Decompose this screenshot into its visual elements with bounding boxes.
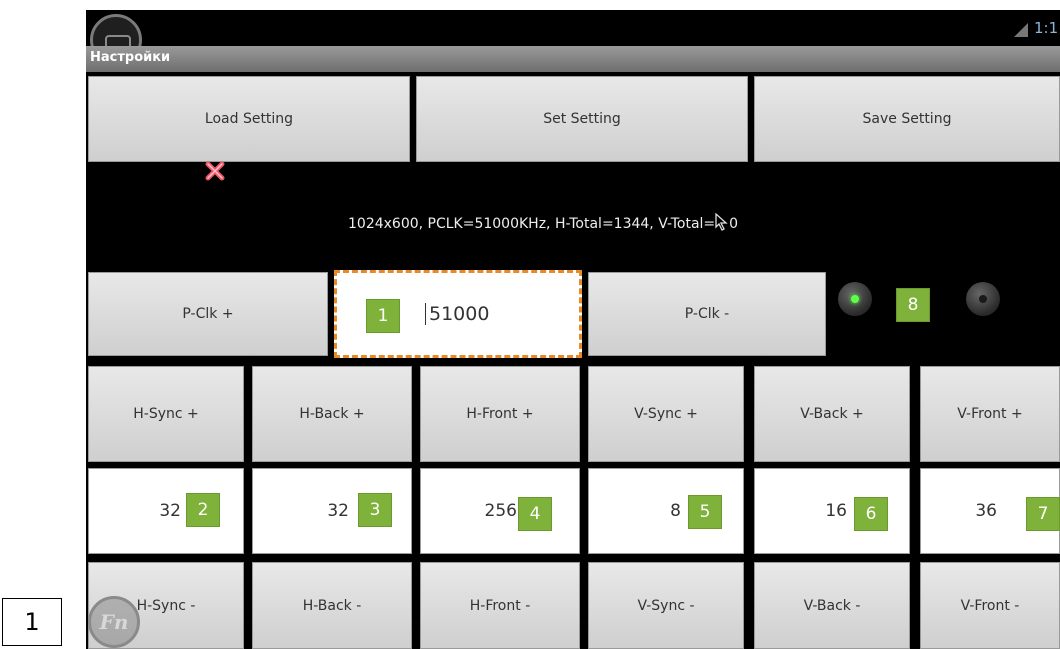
h-back-plus-label: H-Back + xyxy=(299,406,365,422)
pclk-value: 51000 xyxy=(429,303,490,325)
h-front-minus-label: H-Front - xyxy=(469,597,531,614)
pclk-plus-label: P-Clk + xyxy=(182,306,234,322)
timing-info-tail: 0 xyxy=(729,216,739,232)
callout-8: 8 xyxy=(896,288,930,322)
callout-2: 2 xyxy=(186,493,220,527)
v-sync-plus-label: V-Sync + xyxy=(634,406,698,422)
v-sync-minus-label: V-Sync - xyxy=(637,597,695,614)
title-bar: Настройки xyxy=(86,46,1060,72)
signal-icon xyxy=(1014,23,1028,37)
v-back-minus-label: V-Back - xyxy=(803,597,861,614)
h-front-minus-button[interactable]: H-Front - xyxy=(420,562,580,649)
close-icon xyxy=(204,160,226,182)
h-front-value[interactable]: 256 xyxy=(420,468,580,554)
callout-3: 3 xyxy=(358,493,392,527)
timing-info-text: 1024x600, PCLK=51000KHz, H-Total=1344, V… xyxy=(348,216,716,232)
v-front-minus-label: V-Front - xyxy=(960,597,1020,614)
pclk-cursor xyxy=(425,303,426,325)
device-screen: 1:1 Настройки Load Setting Set Setting S… xyxy=(86,10,1060,649)
load-setting-button[interactable]: Load Setting xyxy=(88,76,410,162)
pclk-minus-label: P-Clk - xyxy=(684,306,730,322)
callout-6: 6 xyxy=(854,497,888,531)
v-sync-value-text: 8 xyxy=(670,501,681,521)
h-sync-minus-label: H-Sync - xyxy=(136,597,196,614)
callout-5: 5 xyxy=(688,495,722,529)
timing-info: 1024x600, PCLK=51000KHz, H-Total=1344, V… xyxy=(348,210,738,232)
v-front-minus-button[interactable]: V-Front - xyxy=(920,562,1060,649)
fn-icon[interactable]: Fn xyxy=(88,596,140,648)
callout-4: 4 xyxy=(518,497,552,531)
h-back-minus-button[interactable]: H-Back - xyxy=(252,562,412,649)
v-front-plus-button[interactable]: V-Front + xyxy=(920,366,1060,462)
h-front-plus-button[interactable]: H-Front + xyxy=(420,366,580,462)
save-setting-label: Save Setting xyxy=(862,111,952,127)
h-front-plus-label: H-Front + xyxy=(466,406,534,422)
h-sync-plus-label: H-Sync + xyxy=(133,406,199,422)
v-front-plus-label: V-Front + xyxy=(957,406,1023,422)
set-setting-button[interactable]: Set Setting xyxy=(416,76,748,162)
v-back-minus-button[interactable]: V-Back - xyxy=(754,562,910,649)
h-back-minus-label: H-Back - xyxy=(302,597,362,614)
load-setting-label: Load Setting xyxy=(204,111,294,127)
page-label: 1 xyxy=(2,598,62,646)
h-back-plus-button[interactable]: H-Back + xyxy=(252,366,412,462)
status-time: 1:1 xyxy=(1034,19,1059,37)
fn-label: Fn xyxy=(99,610,129,634)
h-front-value-text: 256 xyxy=(484,501,517,521)
radio-button-off[interactable] xyxy=(966,282,1000,316)
v-front-value-text: 36 xyxy=(975,501,997,521)
pclk-minus-button[interactable]: P-Clk - xyxy=(588,272,826,356)
v-back-plus-button[interactable]: V-Back + xyxy=(754,366,910,462)
set-setting-label: Set Setting xyxy=(543,111,621,127)
h-back-value-text: 32 xyxy=(327,501,349,521)
h-sync-value-text: 32 xyxy=(159,501,181,521)
v-sync-plus-button[interactable]: V-Sync + xyxy=(588,366,744,462)
callout-7: 7 xyxy=(1026,497,1060,531)
page-title: Настройки xyxy=(90,50,171,65)
pclk-plus-button[interactable]: P-Clk + xyxy=(88,272,328,356)
callout-1: 1 xyxy=(366,299,400,333)
h-sync-plus-button[interactable]: H-Sync + xyxy=(88,366,244,462)
cursor-icon xyxy=(715,212,729,231)
h-sync-value[interactable]: 32 xyxy=(88,468,244,554)
v-back-plus-label: V-Back + xyxy=(800,406,864,422)
v-back-value-text: 16 xyxy=(825,501,847,521)
v-sync-minus-button[interactable]: V-Sync - xyxy=(588,562,744,649)
save-setting-button[interactable]: Save Setting xyxy=(754,76,1060,162)
status-bar: 1:1 xyxy=(86,10,1060,46)
page-label-text: 1 xyxy=(24,608,40,636)
radio-button-on[interactable] xyxy=(838,282,872,316)
